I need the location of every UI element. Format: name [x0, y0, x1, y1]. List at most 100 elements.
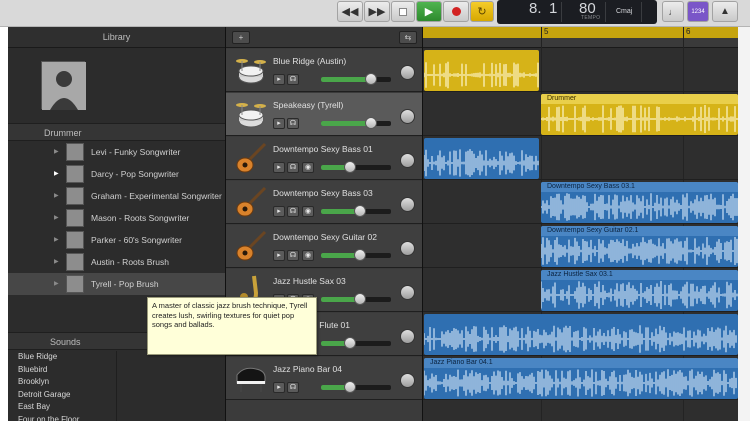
solo-button[interactable]: ☊ — [287, 74, 299, 85]
solo-button[interactable]: ☊ — [287, 382, 299, 393]
disclosure-triangle-icon[interactable]: ▶ — [54, 214, 59, 221]
pan-knob[interactable] — [400, 197, 415, 212]
disclosure-triangle-icon[interactable]: ▶ — [54, 236, 59, 243]
volume-knob[interactable] — [344, 161, 356, 173]
cycle-button[interactable]: ↻ — [470, 1, 494, 22]
drummer-region[interactable] — [424, 50, 539, 91]
cycle-region[interactable] — [423, 27, 738, 38]
volume-knob[interactable] — [365, 73, 377, 85]
pan-knob[interactable] — [400, 241, 415, 256]
mute-button[interactable]: ▸ — [273, 118, 285, 129]
drummer-item[interactable]: ▶ Graham - Experimental Songwriter — [8, 185, 225, 207]
track-header[interactable]: Downtempo Sexy Bass 03 ▸ ☊ ◉ — [226, 181, 423, 224]
mute-button[interactable]: ▸ — [273, 206, 285, 217]
ruler[interactable]: 5 6 — [423, 27, 738, 48]
track-name[interactable]: Blue Ridge (Austin) — [273, 56, 346, 66]
mute-button[interactable]: ▸ — [273, 382, 285, 393]
volume-slider[interactable] — [321, 293, 391, 305]
track-lane[interactable]: Downtempo Sexy Bass 03.1 — [423, 181, 738, 224]
pan-knob[interactable] — [400, 329, 415, 344]
input-monitor-button[interactable]: ◉ — [302, 206, 314, 217]
track-lane[interactable]: Jazz Piano Bar 04.1 — [423, 357, 738, 400]
track-name[interactable]: Jazz Piano Bar 04 — [273, 364, 342, 374]
solo-button[interactable]: ☊ — [287, 206, 299, 217]
solo-button[interactable]: ☊ — [287, 250, 299, 261]
lcd-display[interactable]: 8. 1 80 TEMPO Cmaj — [497, 0, 657, 24]
pan-knob[interactable] — [400, 285, 415, 300]
track-header[interactable]: Downtempo Sexy Bass 01 ▸ ☊ ◉ — [226, 137, 423, 180]
track-header[interactable]: Speakeasy (Tyrell) ▸ ☊ — [226, 93, 423, 136]
audio-region[interactable]: Jazz Piano Bar 04.1 — [424, 358, 738, 399]
count-in-button[interactable]: 1234 — [687, 1, 709, 22]
volume-knob[interactable] — [354, 249, 366, 261]
track-header[interactable]: Blue Ridge (Austin) ▸ ☊ — [226, 49, 423, 92]
volume-knob[interactable] — [354, 205, 366, 217]
track-name[interactable]: Jazz Hustle Sax 03 — [273, 276, 346, 286]
mute-button[interactable]: ▸ — [273, 250, 285, 261]
disclosure-triangle-icon[interactable]: ▶ — [54, 280, 59, 287]
volume-slider[interactable] — [321, 205, 391, 217]
track-lane[interactable]: Drummer — [423, 93, 738, 136]
add-track-button[interactable]: + — [232, 31, 250, 44]
audio-region[interactable]: Downtempo Sexy Bass 03.1 — [541, 182, 738, 223]
rewind-button[interactable]: ◀◀ — [337, 1, 363, 22]
sound-item[interactable]: Detroit Garage — [8, 389, 116, 402]
input-monitor-button[interactable]: ◉ — [302, 162, 314, 173]
audio-region[interactable]: Downtempo Sexy Guitar 02.1 — [541, 226, 738, 267]
sound-item[interactable]: Brooklyn — [8, 376, 116, 389]
disclosure-triangle-icon[interactable]: ▶ — [54, 148, 59, 155]
track-name[interactable]: Downtempo Sexy Bass 03 — [273, 188, 373, 198]
input-monitor-button[interactable]: ◉ — [302, 250, 314, 261]
metronome-button[interactable]: ▲ — [712, 1, 738, 22]
solo-button[interactable]: ☊ — [287, 162, 299, 173]
disclosure-triangle-icon[interactable]: ▶ — [54, 258, 59, 265]
track-lane[interactable]: Downtempo Sexy Guitar 02.1 — [423, 225, 738, 268]
volume-knob[interactable] — [365, 117, 377, 129]
audio-region[interactable] — [424, 138, 539, 179]
drummer-item[interactable]: ▶ Parker - 60's Songwriter — [8, 229, 225, 251]
track-header[interactable]: Jazz Piano Bar 04 ▸ ☊ — [226, 357, 423, 400]
disclosure-triangle-icon[interactable]: ▶ — [54, 170, 59, 177]
track-name[interactable]: Downtempo Sexy Guitar 02 — [273, 232, 377, 242]
pan-knob[interactable] — [400, 109, 415, 124]
volume-slider[interactable] — [321, 117, 391, 129]
audio-region[interactable]: Jazz Hustle Sax 03.1 — [541, 270, 738, 311]
drummer-item[interactable]: ▶ Austin - Roots Brush — [8, 251, 225, 273]
fast-forward-button[interactable]: ▶▶ — [364, 1, 390, 22]
record-button[interactable] — [443, 1, 469, 22]
volume-knob[interactable] — [354, 293, 366, 305]
pan-knob[interactable] — [400, 65, 415, 80]
sound-item[interactable]: Four on the Floor — [8, 414, 116, 421]
pan-knob[interactable] — [400, 373, 415, 388]
volume-slider[interactable] — [321, 249, 391, 261]
stop-button[interactable] — [391, 1, 415, 22]
drummer-item[interactable]: ▶ Levi - Funky Songwriter — [8, 141, 225, 163]
volume-knob[interactable] — [344, 381, 356, 393]
mute-button[interactable]: ▸ — [273, 162, 285, 173]
drummer-item[interactable]: ▶ Darcy - Pop Songwriter — [8, 163, 225, 185]
sound-item[interactable]: East Bay — [8, 401, 116, 414]
track-header[interactable]: Downtempo Sexy Guitar 02 ▸ ☊ ◉ — [226, 225, 423, 268]
volume-slider[interactable] — [321, 381, 391, 393]
volume-slider[interactable] — [321, 337, 391, 349]
disclosure-triangle-icon[interactable]: ▶ — [54, 192, 59, 199]
sound-item[interactable]: Bluebird — [8, 364, 116, 377]
play-button[interactable]: ▶ — [416, 1, 442, 22]
volume-knob[interactable] — [344, 337, 356, 349]
track-name[interactable]: Downtempo Sexy Bass 01 — [273, 144, 373, 154]
drummer-item[interactable]: ▶ Tyrell - Pop Brush — [8, 273, 225, 295]
pan-knob[interactable] — [400, 153, 415, 168]
track-lane[interactable] — [423, 137, 738, 180]
mute-button[interactable]: ▸ — [273, 74, 285, 85]
tuner-button[interactable]: ♩ — [662, 1, 684, 22]
volume-slider[interactable] — [321, 73, 391, 85]
track-name[interactable]: Speakeasy (Tyrell) — [273, 100, 343, 110]
audio-region[interactable] — [424, 314, 738, 355]
sound-item[interactable]: Blue Ridge — [8, 351, 116, 364]
drummer-item[interactable]: ▶ Mason - Roots Songwriter — [8, 207, 225, 229]
catch-playhead-button[interactable]: ⇆ — [399, 31, 417, 44]
track-lane[interactable]: Jazz Hustle Sax 03.1 — [423, 269, 738, 312]
track-lane[interactable] — [423, 49, 738, 92]
scrollbar[interactable] — [738, 27, 750, 421]
drummer-region[interactable]: Drummer — [541, 94, 738, 135]
